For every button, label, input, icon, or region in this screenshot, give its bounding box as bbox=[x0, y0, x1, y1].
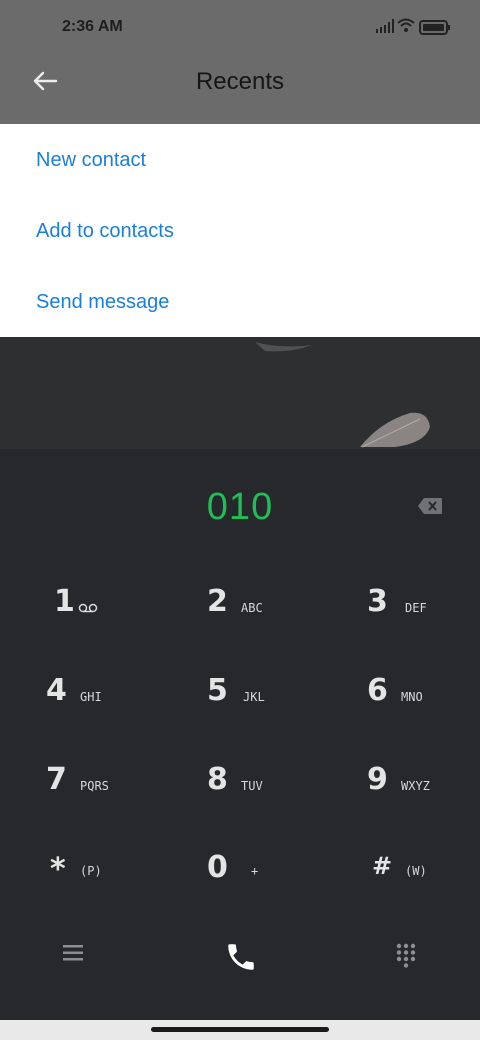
key-1[interactable]: 1 bbox=[44, 584, 154, 644]
wifi-icon bbox=[397, 18, 415, 32]
menu-item-send-message[interactable]: Send message bbox=[36, 291, 169, 314]
feather-image bbox=[255, 342, 430, 448]
key-hash[interactable]: # (W) bbox=[370, 850, 480, 910]
background-artwork bbox=[0, 337, 480, 449]
app-header: 2:36 AM Recents bbox=[0, 0, 480, 124]
dialpad-icon[interactable] bbox=[396, 943, 416, 969]
page-title: Recents bbox=[195, 68, 285, 95]
menu-icon[interactable] bbox=[62, 944, 84, 962]
key-7[interactable]: 7 PQRS bbox=[44, 762, 154, 822]
key-2[interactable]: 2 ABC bbox=[205, 584, 315, 644]
battery-icon bbox=[419, 20, 450, 35]
backspace-icon[interactable] bbox=[417, 497, 443, 515]
key-9[interactable]: 9 WXYZ bbox=[365, 762, 475, 822]
phone-icon[interactable] bbox=[224, 940, 258, 974]
dialpad-panel bbox=[0, 449, 480, 1020]
signal-icon bbox=[376, 19, 394, 33]
key-0[interactable]: 0 + bbox=[205, 850, 315, 910]
key-8[interactable]: 8 TUV bbox=[205, 762, 315, 822]
voicemail-icon bbox=[78, 603, 98, 613]
menu-item-add-to-contacts[interactable]: Add to contacts bbox=[36, 220, 174, 243]
key-4[interactable]: 4 GHI bbox=[44, 673, 154, 733]
status-bar: 2:36 AM bbox=[0, 0, 480, 56]
home-indicator[interactable] bbox=[151, 1027, 329, 1032]
key-6[interactable]: 6 MNO bbox=[365, 673, 475, 733]
key-star[interactable]: * (P) bbox=[50, 850, 160, 910]
key-3[interactable]: 3 DEF bbox=[365, 584, 475, 644]
key-5[interactable]: 5 JKL bbox=[205, 673, 315, 733]
status-time: 2:36 AM bbox=[62, 18, 123, 35]
menu-item-new-contact[interactable]: New contact bbox=[36, 149, 146, 172]
entered-number: 010 bbox=[206, 486, 274, 528]
context-menu: New contact Add to contacts Send message bbox=[0, 124, 480, 337]
